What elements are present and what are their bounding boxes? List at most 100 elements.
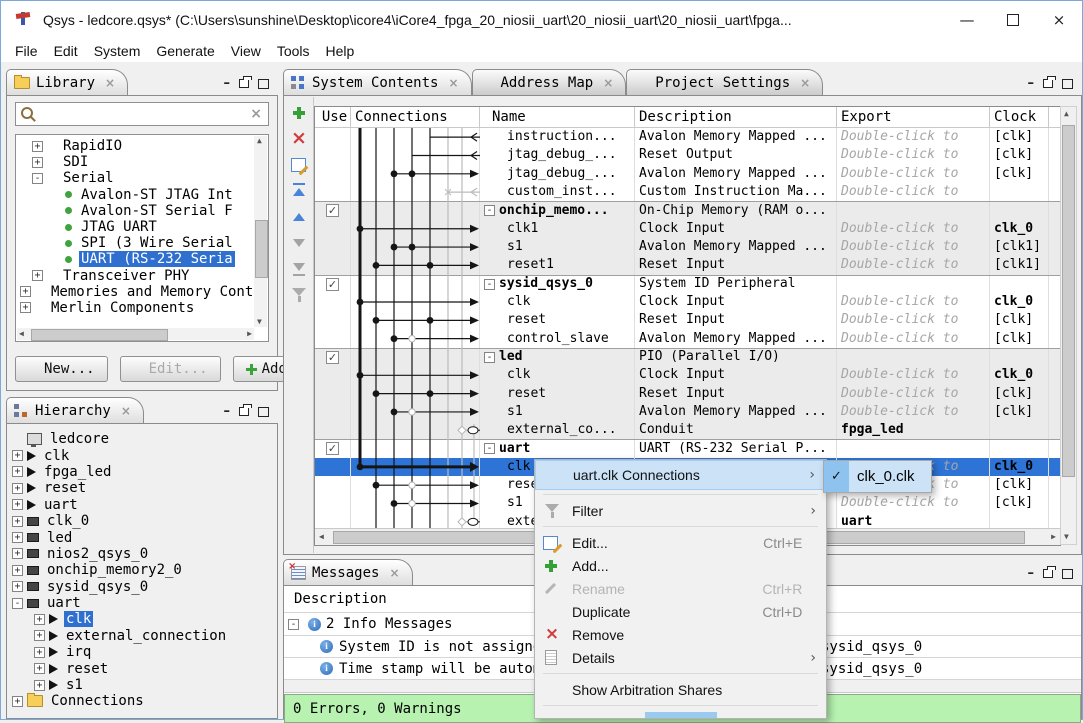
connections-cell[interactable]	[351, 183, 480, 201]
row-export[interactable]: Double-click to	[837, 183, 990, 201]
new-button[interactable]: New...	[15, 356, 108, 382]
table-row[interactable]: ✓ jtag_debug_... Avalon Memory Mapped ..…	[315, 165, 1060, 183]
expander-icon[interactable]: +	[20, 302, 31, 313]
close-button[interactable]: ×	[1036, 1, 1082, 39]
library-tree-item[interactable]: + RapidIO	[16, 138, 268, 154]
library-tree-item[interactable]: - Serial	[16, 170, 268, 186]
context-menu-item[interactable]: Details ›	[535, 646, 826, 669]
row-export[interactable]: Double-click to	[837, 238, 990, 256]
table-row[interactable]: ✓ clk Clock Input Double-click to clk_0	[315, 366, 1060, 384]
row-clock[interactable]: [clk]	[990, 146, 1049, 164]
hierarchy-tree-item[interactable]: + clk	[12, 611, 276, 627]
library-tree-item[interactable]: + Merlin Components	[16, 300, 268, 316]
row-clock[interactable]: [clk]	[990, 403, 1049, 421]
row-export[interactable]: Double-click to	[837, 403, 990, 421]
connections-cell[interactable]	[351, 256, 480, 274]
hierarchy-tree-item[interactable]: + onchip_memory2_0	[12, 562, 276, 578]
connections-cell[interactable]	[351, 384, 480, 402]
row-export[interactable]	[837, 349, 990, 366]
expander-icon[interactable]: +	[12, 696, 23, 707]
minimize-button[interactable]: —	[944, 1, 990, 39]
context-menu-item[interactable]: Show Arbitration Shares ›	[535, 678, 826, 701]
column-header-use[interactable]: Use	[315, 107, 351, 127]
expander-icon[interactable]: +	[12, 466, 23, 477]
row-clock[interactable]: [clk]	[990, 311, 1049, 329]
table-row[interactable]: ✓ reset Reset Input Double-click to [clk…	[315, 384, 1060, 402]
column-header-clock[interactable]: Clock	[990, 107, 1049, 127]
panel-float-icon[interactable]	[239, 407, 249, 416]
tab-hierarchy[interactable]: Hierarchy ×	[6, 397, 144, 423]
move-up-button[interactable]	[289, 207, 309, 226]
connections-cell[interactable]	[351, 146, 480, 164]
context-menu-item[interactable]: ›	[543, 526, 818, 527]
collapse-icon[interactable]: -	[484, 279, 495, 290]
column-header-export[interactable]: Export	[837, 107, 990, 127]
expander-icon[interactable]: -	[32, 173, 43, 184]
collapse-icon[interactable]: -	[484, 443, 495, 454]
menubar-item[interactable]: Tools	[269, 41, 318, 61]
scroll-down-icon[interactable]: ▼	[1064, 533, 1069, 541]
move-top-button[interactable]	[289, 181, 309, 200]
close-icon[interactable]: ×	[389, 566, 399, 580]
table-row[interactable]: ✓ instruction... Avalon Memory Mapped ..…	[315, 128, 1060, 146]
hierarchy-tree-item[interactable]: + sysid_qsys_0	[12, 579, 276, 595]
connections-cell[interactable]	[351, 329, 480, 347]
add-component-button[interactable]	[289, 103, 309, 122]
row-export[interactable]: Double-click to	[837, 494, 990, 512]
row-clock[interactable]: clk_0	[990, 220, 1049, 238]
library-tree-item[interactable]: + Memories and Memory Contr	[16, 284, 268, 300]
library-tree-item[interactable]: UART (RS-232 Seria	[16, 251, 268, 267]
panel-minimize-icon[interactable]: –	[224, 404, 231, 419]
row-clock[interactable]: [clk]	[990, 165, 1049, 183]
move-down-button[interactable]	[289, 233, 309, 252]
table-row[interactable]: ✓ -onchip_memo... On-Chip Memory (RAM o.…	[315, 201, 1060, 219]
connections-cell[interactable]	[351, 366, 480, 384]
context-menu-item[interactable]: ›	[543, 673, 818, 674]
row-export[interactable]: Double-click to	[837, 165, 990, 183]
submenu-item[interactable]: ✓ clk_0.clk	[824, 461, 931, 492]
expander-icon[interactable]: +	[12, 499, 23, 510]
scroll-up-icon[interactable]: ▲	[1064, 110, 1069, 118]
expander-icon[interactable]: +	[20, 286, 31, 297]
row-clock[interactable]	[990, 276, 1049, 293]
hierarchy-tree-item[interactable]: + Connections	[12, 693, 276, 709]
hierarchy-tree-item[interactable]: + fpga_led	[12, 464, 276, 480]
connections-cell[interactable]	[351, 220, 480, 238]
scroll-right-icon[interactable]: ▶	[247, 330, 252, 338]
row-export[interactable]: Double-click to	[837, 366, 990, 384]
maximize-button[interactable]	[990, 1, 1036, 39]
expander-icon[interactable]: +	[34, 663, 45, 674]
context-menu-item[interactable]: uart.clk Connections ›	[535, 460, 826, 490]
context-menu-item[interactable]: ›	[543, 705, 818, 706]
row-export[interactable]	[837, 276, 990, 293]
hierarchy-tree-item[interactable]: + clk_0	[12, 513, 276, 529]
panel-minimize-icon[interactable]: –	[1028, 76, 1035, 91]
expander-icon[interactable]: +	[34, 647, 45, 658]
hierarchy-tree-item[interactable]: + led	[12, 529, 276, 545]
connections-cell[interactable]	[351, 293, 480, 311]
hierarchy-tree-item[interactable]: + nios2_qsys_0	[12, 546, 276, 562]
close-icon[interactable]: ×	[121, 404, 131, 418]
expander-icon[interactable]: +	[34, 614, 45, 625]
row-clock[interactable]	[990, 421, 1049, 439]
table-row[interactable]: ✓ s1 Avalon Memory Mapped ... Double-cli…	[315, 238, 1060, 256]
clear-search-icon[interactable]: ×	[244, 106, 268, 122]
column-header-name[interactable]: Name	[480, 107, 635, 127]
expander-icon[interactable]: +	[32, 157, 43, 168]
row-clock[interactable]: clk_0	[990, 293, 1049, 311]
panel-tab[interactable]: Address Map ×	[472, 69, 627, 95]
row-clock[interactable]: [clk1]	[990, 256, 1049, 274]
expander-icon[interactable]: +	[12, 581, 23, 592]
row-clock[interactable]	[990, 183, 1049, 201]
expander-icon[interactable]: +	[12, 532, 23, 543]
row-export[interactable]: Double-click to	[837, 329, 990, 347]
close-icon[interactable]: ×	[603, 76, 613, 90]
hierarchy-tree-item[interactable]: + uart	[12, 497, 276, 513]
use-checkbox[interactable]: ✓	[326, 278, 339, 291]
context-menu-item[interactable]: Filter ›	[535, 499, 826, 522]
hierarchy-tree-item[interactable]: ledcore	[12, 431, 276, 447]
table-row[interactable]: ✓ -led PIO (Parallel I/O)	[315, 348, 1060, 366]
titlebar[interactable]: Qsys - ledcore.qsys* (C:\Users\sunshine\…	[1, 1, 1082, 39]
row-clock[interactable]: [clk]	[990, 128, 1049, 146]
connections-cell[interactable]	[351, 128, 480, 146]
